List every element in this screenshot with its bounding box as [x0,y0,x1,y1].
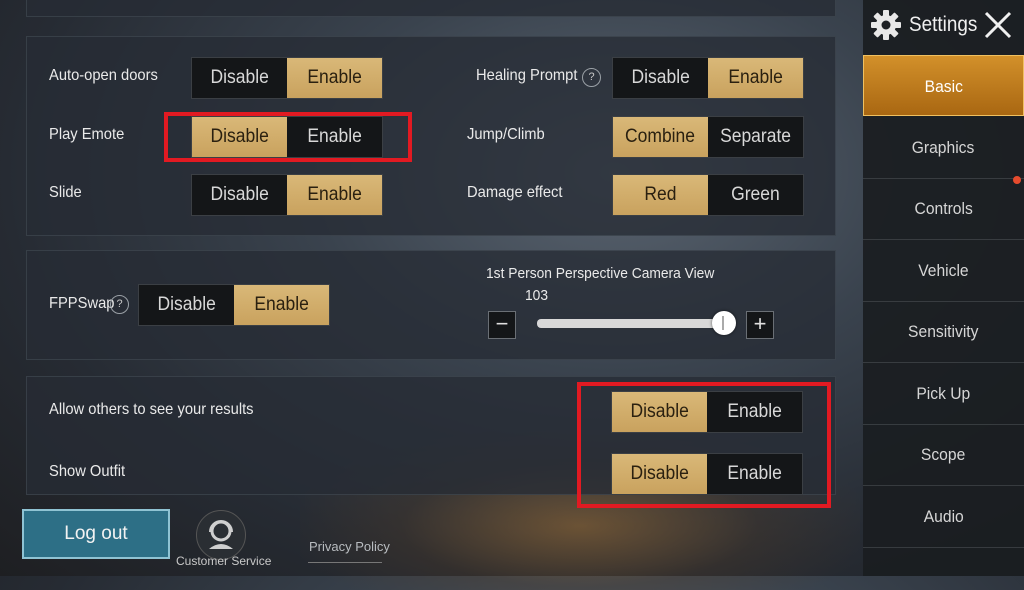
fpp-swap-enable[interactable]: Enable [234,285,329,325]
slide-disable[interactable]: Disable [192,175,287,215]
gear-icon [871,10,901,40]
settings-header: Settings [863,0,1024,54]
jump-climb-toggle: Combine Separate [612,116,804,158]
fpp-camera-label: 1st Person Perspective Camera View [486,265,715,282]
sidebar-item-vehicle[interactable]: Vehicle [863,240,1024,302]
allow-results-toggle: Disable Enable [611,391,803,433]
sidebar-item-basic[interactable]: Basic [863,55,1024,116]
slide-label: Slide [49,184,82,201]
fpp-swap-label: FPPSwap [49,295,115,312]
fpp-camera-slider-handle[interactable] [712,311,736,335]
slide-toggle: Disable Enable [191,174,383,216]
allow-results-enable[interactable]: Enable [707,392,802,432]
play-emote-label: Play Emote [49,126,125,143]
fpp-camera-plus-button[interactable]: + [746,311,774,339]
fpp-camera-minus-button[interactable]: − [488,311,516,339]
damage-effect-red[interactable]: Red [613,175,708,215]
slide-enable[interactable]: Enable [287,175,382,215]
close-icon[interactable] [981,8,1015,42]
notification-dot [1013,176,1021,184]
auto-open-doors-disable[interactable]: Disable [192,58,287,98]
allow-results-disable[interactable]: Disable [612,392,707,432]
show-outfit-toggle: Disable Enable [611,453,803,495]
allow-results-label: Allow others to see your results [49,401,254,418]
damage-effect-green[interactable]: Green [708,175,803,215]
privacy-policy-link[interactable]: Privacy Policy [309,539,390,554]
show-outfit-label: Show Outfit [49,463,126,480]
play-emote-disable[interactable]: Disable [192,117,287,157]
fpp-swap-disable[interactable]: Disable [139,285,234,325]
auto-open-doors-toggle: Disable Enable [191,57,383,99]
sidebar-item-graphics[interactable]: Graphics [863,117,1024,179]
sidebar-item-sensitivity[interactable]: Sensitivity [863,301,1024,363]
fpp-camera-slider-track[interactable] [537,319,727,328]
show-outfit-enable[interactable]: Enable [707,454,802,494]
play-emote-toggle: Disable Enable [191,116,383,158]
damage-effect-toggle: Red Green [612,174,804,216]
panel-top-strip [26,0,836,17]
sidebar-item-pick-up[interactable]: Pick Up [863,363,1024,425]
auto-open-doors-label: Auto-open doors [49,67,158,84]
healing-prompt-label: Healing Prompt [476,67,578,84]
auto-open-doors-enable[interactable]: Enable [287,58,382,98]
sidebar-item-scope[interactable]: Scope [863,424,1024,486]
settings-title: Settings [909,13,978,36]
logout-button[interactable]: Log out [22,509,170,559]
jump-climb-label: Jump/Climb [467,126,545,143]
play-emote-enable[interactable]: Enable [287,117,382,157]
customer-service-icon[interactable] [196,510,246,560]
healing-prompt-help-icon[interactable]: ? [582,68,601,87]
jump-climb-combine[interactable]: Combine [613,117,708,157]
healing-prompt-disable[interactable]: Disable [613,58,708,98]
customer-service-label[interactable]: Customer Service [176,554,271,568]
fpp-swap-help-icon[interactable]: ? [110,295,129,314]
fpp-camera-value: 103 [525,287,549,304]
settings-sidebar: Settings Basic Graphics Controls Vehicle… [863,0,1024,576]
show-outfit-disable[interactable]: Disable [612,454,707,494]
healing-prompt-toggle: Disable Enable [612,57,804,99]
healing-prompt-enable[interactable]: Enable [708,58,803,98]
damage-effect-label: Damage effect [467,184,563,201]
sidebar-item-audio[interactable]: Audio [863,486,1024,548]
sidebar-item-controls[interactable]: Controls [863,178,1024,240]
jump-climb-separate[interactable]: Separate [708,117,803,157]
fpp-swap-toggle: Disable Enable [138,284,330,326]
privacy-policy-underline [308,562,382,563]
